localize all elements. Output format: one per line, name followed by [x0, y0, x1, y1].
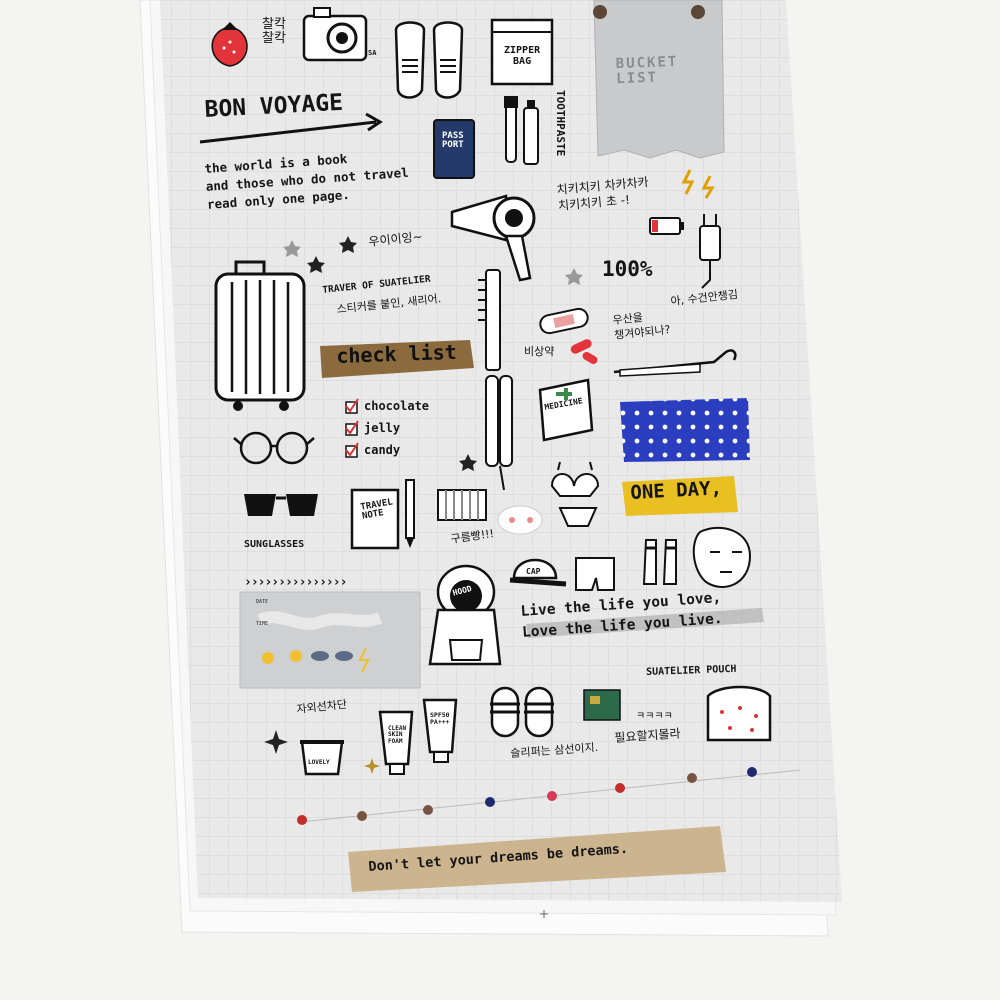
checkbox-icons — [345, 398, 359, 458]
sunglasses-label: SUNGLASSES — [244, 539, 305, 550]
spf-label: SPF50 PA+++ — [430, 711, 450, 726]
face-mask-icon — [692, 527, 752, 588]
clean-skin-label: CLEAN SKIN FOAM — [388, 725, 407, 745]
ribbon-icon — [437, 489, 487, 521]
camera-mark: SA — [368, 49, 377, 57]
circuit-board-icon — [583, 689, 621, 721]
blue-polka-tape — [620, 398, 750, 462]
battery-icon — [649, 217, 684, 235]
hoodie-icon — [428, 564, 502, 666]
weather-card — [239, 591, 421, 689]
cap-label: CAP — [526, 567, 541, 576]
pouch-icon — [706, 685, 772, 742]
check-list-title: check list — [335, 339, 458, 368]
checklist-item-2: jelly — [364, 421, 401, 435]
bucket-list-label: BUCKET LIST — [615, 53, 679, 87]
shutter-sound-text: 찰칵 찰칵 — [262, 17, 286, 46]
hundred-percent: 100% — [602, 257, 653, 281]
laugh-text: ㅋㅋㅋㅋ — [636, 711, 673, 722]
suitcase-icon — [214, 260, 306, 411]
weather-time-label: TIME — [256, 621, 269, 627]
emergency-meds-label: 비상약 — [524, 345, 555, 358]
checklist-item-3: candy — [364, 443, 401, 457]
passport-label: PASS PORT — [442, 131, 464, 151]
lovely-label: LOVELY — [308, 759, 330, 766]
zipper-bag-label: ZIPPER BAG — [504, 45, 541, 67]
toothpaste-label: TOOTHPASTE — [554, 90, 567, 157]
checklist-item-1: chocolate — [364, 399, 430, 413]
lovely-cup-icon — [300, 740, 344, 776]
weather-date-label: DATE — [256, 599, 269, 605]
umbrella-question: 우산을 챙겨야되나? — [612, 310, 672, 342]
cloud-face-icon — [497, 505, 543, 535]
camera-icon — [302, 7, 368, 62]
weather-arrows: ››››››››››››››› — [244, 575, 347, 590]
